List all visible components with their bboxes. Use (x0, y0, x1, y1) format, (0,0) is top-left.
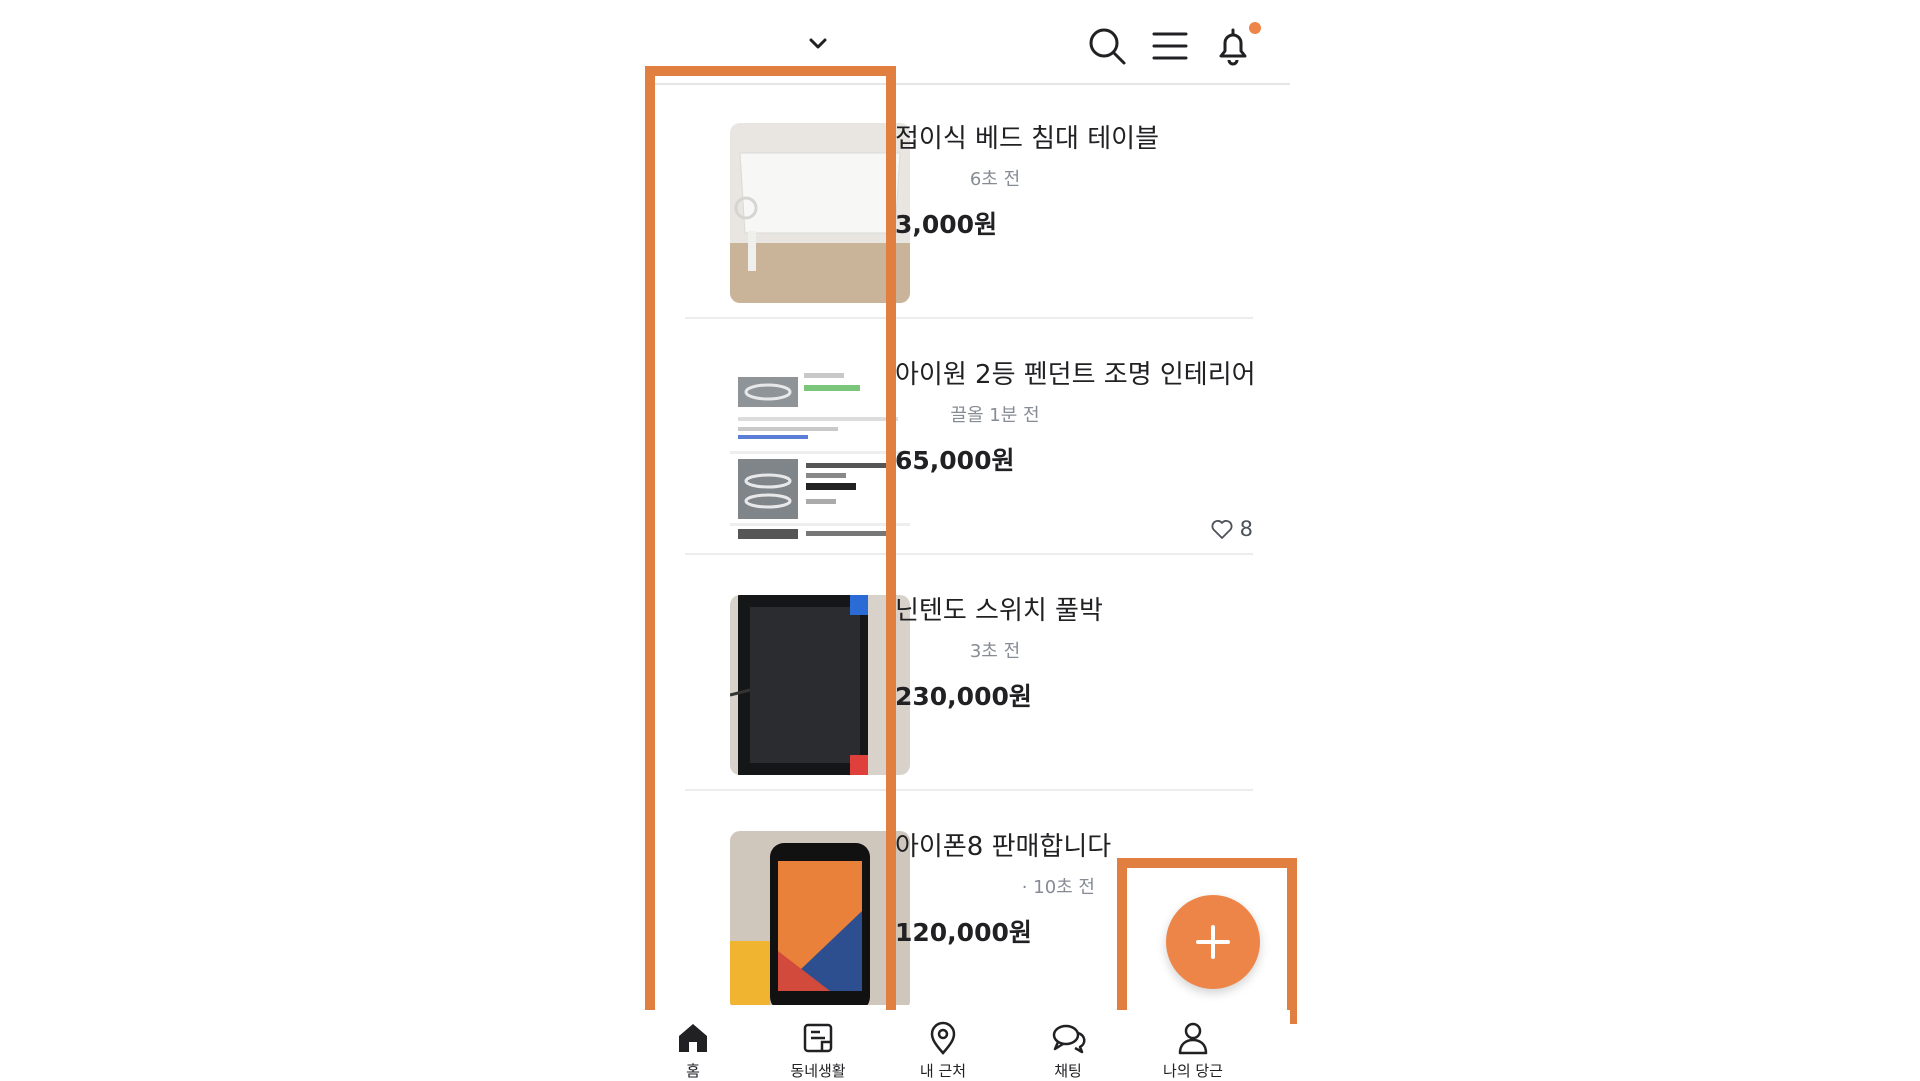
tab-my-page[interactable]: 나의 당근 (1138, 1020, 1248, 1081)
search-icon[interactable] (1085, 24, 1129, 68)
item-title: 닌텐도 스위치 풀박 (895, 596, 1103, 626)
divider (685, 317, 1253, 319)
product-thumbnail[interactable] (730, 831, 910, 1005)
list-item[interactable]: 아이폰8 판매합니다 · 10초 전 120,000원 (685, 793, 1253, 1005)
tab-nearby[interactable]: 내 근처 (888, 1020, 998, 1081)
item-meta: 6초 전 (969, 169, 1021, 190)
item-price: 230,000원 (895, 682, 1032, 711)
item-title: 아이원 2등 펜던트 조명 인테리어 (895, 360, 1256, 390)
bell-icon[interactable] (1211, 24, 1255, 68)
divider (685, 789, 1253, 791)
home-icon (679, 1024, 707, 1052)
tab-neighborhood[interactable]: 동네생활 (763, 1020, 873, 1081)
like-count: 8 (1210, 517, 1253, 541)
divider (685, 553, 1253, 555)
menu-icon[interactable] (1148, 24, 1192, 68)
tab-home[interactable]: 홈 (638, 1020, 748, 1081)
product-thumbnail[interactable] (730, 359, 910, 539)
tab-label: 채팅 (1054, 1062, 1082, 1080)
chevron-down-icon (809, 38, 827, 49)
bottom-navigation: 홈 동네생활 내 근처 채팅 나의 당근 (645, 1010, 1290, 1080)
item-title: 아이폰8 판매합니다 (895, 832, 1112, 862)
neighborhood-icon (803, 1023, 833, 1053)
plus-icon (1196, 925, 1230, 959)
product-list: 접이식 베드 침대 테이블 6초 전 3,000원 아이원 2등 펜던트 조명 … (645, 85, 1290, 1005)
list-item[interactable]: 접이식 베드 침대 테이블 6초 전 3,000원 (685, 85, 1253, 319)
profile-icon (1178, 1022, 1208, 1055)
location-pin-icon (930, 1021, 956, 1055)
tab-label: 동네생활 (790, 1062, 846, 1080)
like-count-value: 8 (1239, 517, 1253, 541)
chat-icon (1052, 1024, 1086, 1054)
list-item[interactable]: 닌텐도 스위치 풀박 3초 전 230,000원 (685, 557, 1253, 791)
notification-badge (1249, 22, 1261, 34)
location-selector[interactable] (685, 22, 830, 66)
item-meta: 끌올 1분 전 (950, 405, 1040, 426)
top-bar (645, 0, 1290, 85)
tab-label: 나의 당근 (1163, 1062, 1223, 1080)
heart-icon (1211, 520, 1233, 539)
item-meta: 3초 전 (969, 641, 1021, 662)
item-price: 65,000원 (895, 446, 1015, 475)
tab-label: 내 근처 (919, 1062, 967, 1080)
tab-label: 홈 (686, 1062, 700, 1080)
product-thumbnail[interactable] (730, 595, 910, 775)
product-thumbnail[interactable] (730, 123, 910, 303)
tab-chat[interactable]: 채팅 (1013, 1020, 1123, 1081)
item-price: 3,000원 (895, 210, 998, 239)
list-item[interactable]: 아이원 2등 펜던트 조명 인테리어 끌올 1분 전 65,000원 8 (685, 321, 1256, 555)
add-item-button[interactable] (1166, 895, 1260, 989)
item-title: 접이식 베드 침대 테이블 (895, 124, 1159, 154)
item-meta: · 10초 전 (1021, 877, 1095, 898)
